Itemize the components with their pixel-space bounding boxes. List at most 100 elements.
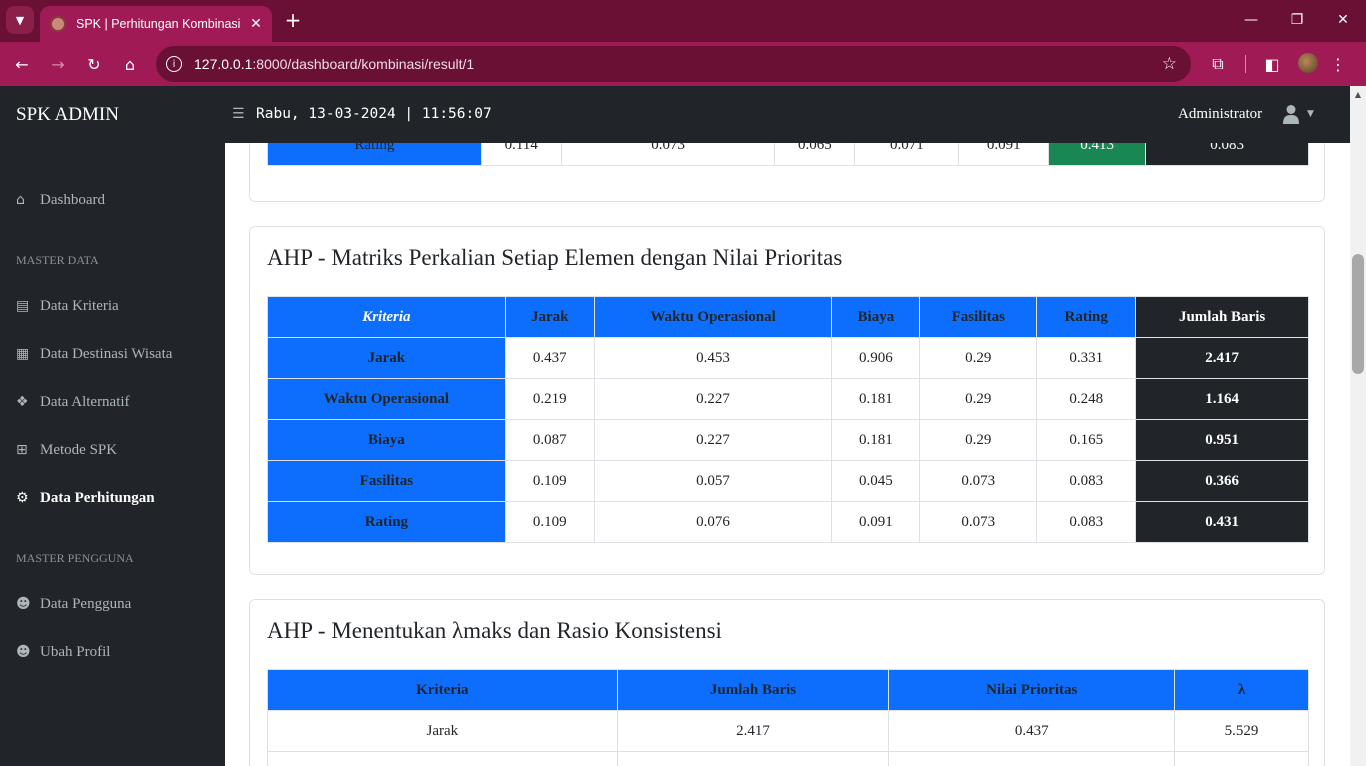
sitemap-icon: ⊞ xyxy=(16,442,28,458)
sidebar-item-label: Data Perhitungan xyxy=(40,489,155,506)
card-title: AHP - Matriks Perkalian Setiap Elemen de… xyxy=(267,245,843,270)
table-cell: 0.045 xyxy=(831,460,921,502)
column-header: Rating xyxy=(1036,296,1137,338)
minimize-button[interactable]: — xyxy=(1231,8,1271,32)
forward-icon[interactable]: → xyxy=(44,50,72,78)
table-cell: 0.073 xyxy=(919,460,1038,502)
close-window-button[interactable]: ✕ xyxy=(1323,8,1363,32)
lambda-table: Kriteria Jumlah Baris Nilai Prioritas λ … xyxy=(267,669,1309,766)
sidebar-item-label: Data Pengguna xyxy=(40,595,132,612)
scroll-up-arrow-icon[interactable]: ▲ xyxy=(1350,86,1366,102)
sidebar-item-dashboard[interactable]: ⌂ Dashboard xyxy=(16,188,105,212)
home-icon: ⌂ xyxy=(16,192,25,208)
table-cell: 0.114 xyxy=(480,143,562,166)
sidebar-item-metode-spk[interactable]: ⊞ Metode SPK xyxy=(16,438,117,462)
sidebar-item-label: Data Kriteria xyxy=(40,297,119,314)
column-header: λ xyxy=(1174,669,1309,711)
table-cell: 0.219 xyxy=(504,378,595,420)
matrix-table: Kriteria Jarak Waktu Operasional Biaya F… xyxy=(267,296,1309,543)
top-navbar: SPK ADMIN ☰ Rabu, 13-03-2024 | 11:56:07 … xyxy=(0,86,1350,143)
table-cell: 0.29 xyxy=(919,337,1038,379)
column-header: Kriteria xyxy=(267,669,618,711)
sidebar-item-ubah-profil[interactable]: ☻ Ubah Profil xyxy=(16,640,110,664)
table-cell: Jarak xyxy=(267,710,618,752)
chevron-down-icon[interactable]: ▼ xyxy=(6,6,34,34)
table-cell: 0.437 xyxy=(888,710,1176,752)
gear-icon: ⚙ xyxy=(16,490,29,506)
row-total: 0.366 xyxy=(1135,460,1309,502)
site-info-icon[interactable]: i xyxy=(166,56,182,72)
table-cell: 0.073 xyxy=(560,143,776,166)
reload-icon[interactable]: ↻ xyxy=(80,50,108,78)
cubes-icon: ❖ xyxy=(16,394,29,410)
table-cell: 5.529 xyxy=(1174,710,1309,752)
restore-button[interactable]: ❐ xyxy=(1277,8,1317,32)
table-cell: 0.906 xyxy=(831,337,921,379)
sidebar-item-data-alternatif[interactable]: ❖ Data Alternatif xyxy=(16,390,130,414)
row-label: Fasilitas xyxy=(267,460,506,502)
table-cell: 0.331 xyxy=(1036,337,1137,379)
sidebar-item-data-destinasi[interactable]: ▦ Data Destinasi Wisata xyxy=(16,342,172,366)
row-total: 0.431 xyxy=(1135,501,1309,543)
sidebar-item-data-kriteria[interactable]: ▤ Data Kriteria xyxy=(16,294,119,318)
table-cell: 0.071 xyxy=(854,143,960,166)
page-scrollbar[interactable]: ▲ xyxy=(1350,86,1366,766)
tab-close-icon[interactable]: ✕ xyxy=(244,16,268,32)
table-cell: 0.073 xyxy=(919,501,1038,543)
row-total: 0.951 xyxy=(1135,419,1309,461)
sidebar-heading-master-data: MASTER DATA xyxy=(16,253,99,267)
row-label: Biaya xyxy=(267,419,506,461)
row-total: 1.164 xyxy=(1135,378,1309,420)
table-cell: 2.417 xyxy=(616,710,890,752)
table-cell: 0.181 xyxy=(831,378,921,420)
table-row: Fasilitas 0.109 0.057 0.045 0.073 0.083 … xyxy=(267,460,1309,502)
sidebar-item-label: Metode SPK xyxy=(40,441,118,458)
datetime-display: Rabu, 13-03-2024 | 11:56:07 xyxy=(256,106,492,122)
sidebar-item-label: Data Alternatif xyxy=(40,393,130,410)
side-panel-icon[interactable]: ◧ xyxy=(1260,52,1284,76)
bookmark-star-icon[interactable]: ☆ xyxy=(1162,54,1177,74)
new-tab-button[interactable]: + xyxy=(280,7,306,33)
table-header-row: Kriteria Jarak Waktu Operasional Biaya F… xyxy=(267,296,1309,338)
table-row: Biaya 0.087 0.227 0.181 0.29 0.165 0.951 xyxy=(267,419,1309,461)
profile-avatar[interactable] xyxy=(1298,53,1318,73)
table-cell: 0.091 xyxy=(958,143,1050,166)
home-icon[interactable]: ⌂ xyxy=(116,50,144,78)
row-label: Waktu Operasional xyxy=(267,378,506,420)
browser-tab[interactable]: SPK | Perhitungan Kombinasi ✕ xyxy=(40,6,272,42)
table-cell: 0.248 xyxy=(1036,378,1137,420)
table-row: Jarak 2.417 0.437 5.529 xyxy=(267,710,1309,752)
table-cell: 0.083 xyxy=(1036,501,1137,543)
row-label: Rating xyxy=(267,143,482,166)
scrollbar-thumb[interactable] xyxy=(1352,254,1364,374)
table-cell xyxy=(888,751,1176,766)
row-total: 2.417 xyxy=(1135,337,1309,379)
column-header: Jarak xyxy=(504,296,595,338)
address-bar[interactable]: i 127.0.0.1:8000/dashboard/kombinasi/res… xyxy=(156,46,1191,82)
menu-toggle-icon[interactable]: ☰ xyxy=(232,86,245,143)
table-cell: 0.165 xyxy=(1036,419,1137,461)
url-text: 127.0.0.1:8000/dashboard/kombinasi/resul… xyxy=(194,56,475,72)
table-header-row: Kriteria Jumlah Baris Nilai Prioritas λ xyxy=(267,669,1309,711)
card-title: AHP - Menentukan λmaks dan Rasio Konsist… xyxy=(267,618,722,643)
browser-tab-bar: ▼ SPK | Perhitungan Kombinasi ✕ + — ❐ ✕ xyxy=(0,0,1366,42)
table-row: Jarak 0.437 0.453 0.906 0.29 0.331 2.417 xyxy=(267,337,1309,379)
sidebar-item-data-pengguna[interactable]: ☻ Data Pengguna xyxy=(16,592,131,616)
browser-menu-icon[interactable]: ⋮ xyxy=(1326,52,1350,76)
column-header: Waktu Operasional xyxy=(593,296,833,338)
sidebar-item-data-perhitungan[interactable]: ⚙ Data Perhitungan xyxy=(16,486,155,510)
caret-down-icon[interactable]: ▼ xyxy=(1307,86,1314,143)
row-label: Rating xyxy=(267,501,506,543)
extensions-icon[interactable]: ⧉ xyxy=(1206,52,1230,76)
back-icon[interactable]: ← xyxy=(8,50,36,78)
table-row: Rating 0.109 0.076 0.091 0.073 0.083 0.4… xyxy=(267,501,1309,543)
column-header: Fasilitas xyxy=(919,296,1038,338)
table-cell xyxy=(616,751,890,766)
column-header: Jumlah Baris xyxy=(1135,296,1309,338)
table-icon: ▤ xyxy=(16,298,30,314)
user-gear-icon: ☻ xyxy=(16,596,31,612)
lambda-card: AHP - Menentukan λmaks dan Rasio Konsist… xyxy=(249,599,1325,766)
brand-title[interactable]: SPK ADMIN xyxy=(16,86,119,143)
user-icon[interactable] xyxy=(1282,104,1300,124)
table-row: Rating 0.114 0.073 0.065 0.071 0.091 0.4… xyxy=(267,143,1309,166)
